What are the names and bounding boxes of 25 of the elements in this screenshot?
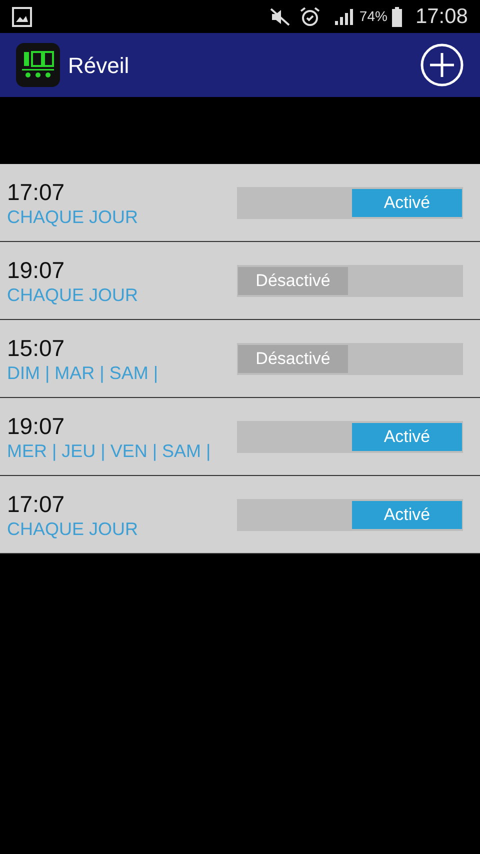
alarm-days: CHAQUE JOUR <box>7 206 237 228</box>
alarm-time: 17:07 <box>7 178 66 206</box>
battery-percent: 74% <box>359 7 388 26</box>
alarm-days: CHAQUE JOUR <box>7 284 237 306</box>
alarm-time: 19:07 <box>7 256 66 284</box>
alarm-row[interactable]: 19:07 MER | JEU | VEN | SAM | Activé <box>0 398 480 476</box>
app-title: Réveil <box>68 52 130 80</box>
alarm-days: DIM | MAR | SAM | <box>7 362 237 384</box>
status-time: 17:08 <box>415 4 468 30</box>
alarm-row[interactable]: 15:07 DIM | MAR | SAM | Désactivé <box>0 320 480 398</box>
signal-icon <box>333 6 356 26</box>
alarm-days: MER | JEU | VEN | SAM | <box>7 440 237 462</box>
add-button[interactable] <box>420 43 464 87</box>
alarm-row[interactable]: 17:07 CHAQUE JOUR Activé <box>0 164 480 242</box>
alarm-time: 19:07 <box>7 412 66 440</box>
alarm-row[interactable]: 19:07 CHAQUE JOUR Désactivé <box>0 242 480 320</box>
alarm-icon <box>299 6 322 28</box>
alarm-days: CHAQUE JOUR <box>7 518 237 540</box>
alarm-row[interactable]: 17:07 CHAQUE JOUR Activé <box>0 476 480 554</box>
alarm-time: 17:07 <box>7 490 66 518</box>
battery-icon <box>391 6 404 26</box>
gallery-icon <box>12 6 32 26</box>
clock-app-icon <box>16 43 60 87</box>
alarm-time: 15:07 <box>7 334 66 362</box>
mute-icon <box>269 6 292 26</box>
